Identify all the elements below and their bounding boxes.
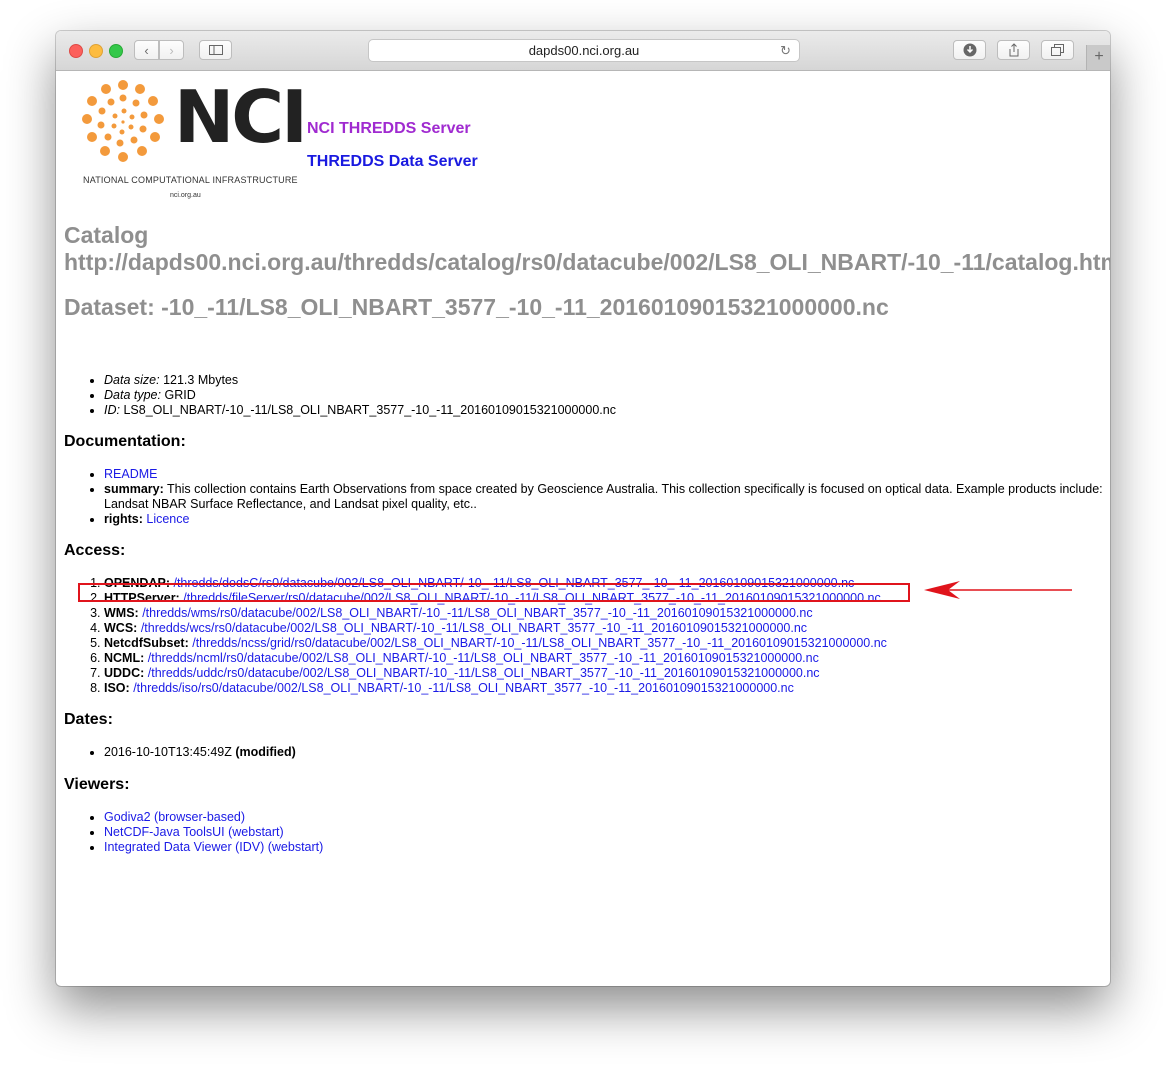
access-label: WCS:: [104, 621, 138, 635]
viewers-list: Godiva2 (browser-based) NetCDF-Java Tool…: [104, 810, 323, 855]
server-subtitle: THREDDS Data Server: [307, 153, 478, 170]
readme-item: README: [104, 467, 1104, 482]
chevron-right-icon: ›: [169, 42, 174, 58]
new-tab-button[interactable]: +: [1086, 45, 1110, 70]
viewer-item: Godiva2 (browser-based): [104, 810, 323, 825]
dates-list: 2016-10-10T13:45:49Z (modified): [104, 745, 296, 760]
url-text: dapds00.nci.org.au: [528, 43, 640, 58]
minimize-window-button[interactable]: [89, 44, 103, 58]
browser-window: ‹ › dapds00.nci.org.au ↻ + NCI NATIONAL …: [56, 31, 1110, 986]
logo-subtitle: NATIONAL COMPUTATIONAL INFRASTRUCTURE: [83, 175, 298, 185]
data-size-label: Data size:: [104, 373, 160, 387]
opendap-highlight-box: [78, 583, 910, 602]
catalog-heading: Catalog http://dapds00.nci.org.au/thredd…: [64, 222, 1110, 276]
nci-logo: NCI NATIONAL COMPUTATIONAL INFRASTRUCTUR…: [78, 75, 308, 199]
tabs-icon: [1050, 44, 1064, 56]
id-item: ID: LS8_OLI_NBART/-10_-11/LS8_OLI_NBART_…: [104, 403, 616, 418]
toolsui-link[interactable]: NetCDF-Java ToolsUI (webstart): [104, 825, 284, 839]
access-item-ncml: NCML: /thredds/ncml/rs0/datacube/002/LS8…: [104, 651, 887, 666]
licence-link[interactable]: Licence: [146, 512, 189, 526]
viewers-heading: Viewers:: [64, 776, 130, 793]
plus-icon: +: [1094, 48, 1104, 65]
close-window-button[interactable]: [69, 44, 83, 58]
viewer-item: NetCDF-Java ToolsUI (webstart): [104, 825, 323, 840]
downloads-button[interactable]: [953, 40, 986, 60]
access-link[interactable]: /thredds/iso/rs0/datacube/002/LS8_OLI_NB…: [133, 681, 794, 695]
rights-item: rights: Licence: [104, 512, 1104, 527]
dataset-title: Dataset: -10_-11/LS8_OLI_NBART_3577_-10_…: [64, 294, 889, 320]
catalog-url: http://dapds00.nci.org.au/thredds/catalo…: [64, 249, 1110, 275]
data-type-label: Data type:: [104, 388, 161, 402]
data-size-value: 121.3 Mbytes: [163, 373, 239, 387]
logo-wordmark: NCI: [174, 75, 308, 159]
server-title: NCI THREDDS Server: [307, 120, 471, 137]
access-link[interactable]: /thredds/wms/rs0/datacube/002/LS8_OLI_NB…: [142, 606, 812, 620]
id-value: LS8_OLI_NBART/-10_-11/LS8_OLI_NBART_3577…: [123, 403, 616, 417]
access-item-iso: ISO: /thredds/iso/rs0/datacube/002/LS8_O…: [104, 681, 887, 696]
page-content: NCI NATIONAL COMPUTATIONAL INFRASTRUCTUR…: [56, 71, 1110, 986]
godiva2-link[interactable]: Godiva2 (browser-based): [104, 810, 245, 824]
back-button[interactable]: ‹: [134, 40, 159, 60]
viewer-item: Integrated Data Viewer (IDV) (webstart): [104, 840, 323, 855]
dates-heading: Dates:: [64, 711, 113, 728]
share-icon: [1009, 43, 1018, 57]
access-item-wcs: WCS: /thredds/wcs/rs0/datacube/002/LS8_O…: [104, 621, 887, 636]
access-label: NCML:: [104, 651, 145, 665]
address-bar[interactable]: dapds00.nci.org.au ↻: [368, 39, 800, 62]
maximize-window-button[interactable]: [109, 44, 123, 58]
rights-label: rights:: [104, 512, 143, 526]
idv-link[interactable]: Integrated Data Viewer (IDV) (webstart): [104, 840, 323, 854]
date-value: 2016-10-10T13:45:49Z: [104, 745, 232, 759]
documentation-heading: Documentation:: [64, 433, 186, 450]
readme-link[interactable]: README: [104, 467, 157, 481]
access-link[interactable]: /thredds/ncss/grid/rs0/datacube/002/LS8_…: [192, 636, 887, 650]
date-item: 2016-10-10T13:45:49Z (modified): [104, 745, 296, 760]
chevron-left-icon: ‹: [144, 42, 149, 58]
summary-text: This collection contains Earth Observati…: [104, 482, 1103, 511]
share-button[interactable]: [997, 40, 1030, 60]
access-link[interactable]: /thredds/ncml/rs0/datacube/002/LS8_OLI_N…: [148, 651, 819, 665]
access-label: UDDC:: [104, 666, 145, 680]
download-icon: [963, 43, 976, 57]
access-item-uddc: UDDC: /thredds/uddc/rs0/datacube/002/LS8…: [104, 666, 887, 681]
access-label: WMS:: [104, 606, 139, 620]
logo-url: nci.org.au: [170, 192, 201, 199]
summary-item: summary: This collection contains Earth …: [104, 482, 1104, 512]
red-arrow-annotation: [924, 581, 1072, 599]
data-type-value: GRID: [164, 388, 196, 402]
nci-dots-icon: [82, 80, 164, 162]
tabs-overview-button[interactable]: [1041, 40, 1074, 60]
summary-label: summary:: [104, 482, 164, 496]
dataset-properties: Data size: 121.3 Mbytes Data type: GRID …: [104, 373, 616, 418]
access-label: ISO:: [104, 681, 130, 695]
browser-toolbar: ‹ › dapds00.nci.org.au ↻ +: [56, 31, 1110, 71]
documentation-list: README summary: This collection contains…: [104, 467, 1104, 527]
catalog-label: Catalog: [64, 222, 149, 248]
sidebar-button[interactable]: [199, 40, 232, 60]
access-item-netcdfsubset: NetcdfSubset: /thredds/ncss/grid/rs0/dat…: [104, 636, 887, 651]
access-item-wms: WMS: /thredds/wms/rs0/datacube/002/LS8_O…: [104, 606, 887, 621]
date-qualifier: (modified): [235, 745, 296, 759]
data-size-item: Data size: 121.3 Mbytes: [104, 373, 616, 388]
access-link[interactable]: /thredds/wcs/rs0/datacube/002/LS8_OLI_NB…: [141, 621, 807, 635]
id-label: ID:: [104, 403, 120, 417]
access-link[interactable]: /thredds/uddc/rs0/datacube/002/LS8_OLI_N…: [148, 666, 820, 680]
reload-icon[interactable]: ↻: [780, 40, 791, 61]
sidebar-icon: [208, 45, 223, 55]
forward-button[interactable]: ›: [159, 40, 184, 60]
data-type-item: Data type: GRID: [104, 388, 616, 403]
access-label: NetcdfSubset:: [104, 636, 189, 650]
access-heading: Access:: [64, 542, 126, 559]
